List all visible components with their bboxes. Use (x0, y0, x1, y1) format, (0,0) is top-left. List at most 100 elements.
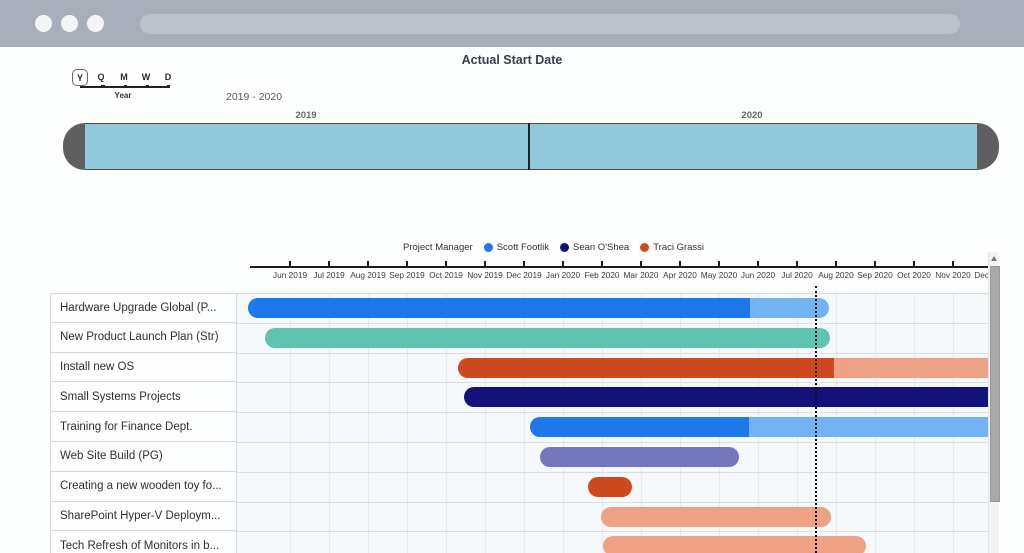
axis-tick-label: Apr 2020 (658, 270, 702, 280)
legend-color-dot (560, 243, 569, 252)
axis-line (250, 266, 988, 268)
timeline-left-handle[interactable] (63, 123, 85, 170)
today-marker-line (815, 286, 817, 553)
axis-tick-label: May 2020 (697, 270, 741, 280)
legend-item[interactable]: Traci Grassi (640, 242, 704, 253)
gantt-bar-complete (464, 387, 988, 407)
legend-item-label: Scott Footlik (497, 242, 549, 253)
gantt-bar[interactable] (540, 447, 739, 467)
period-option-m[interactable]: M (117, 72, 131, 82)
axis-tick-label: Feb 2020 (580, 270, 624, 280)
period-option-y[interactable]: Y (72, 69, 88, 86)
task-row-label[interactable]: Small Systems Projects (50, 382, 237, 412)
axis-tick (640, 261, 642, 266)
axis-tick (406, 261, 408, 266)
axis-tick-label: Oct 2019 (424, 270, 468, 280)
gantt-bar-complete (588, 477, 632, 497)
axis-tick (328, 261, 330, 266)
period-option-q[interactable]: Q (94, 72, 108, 82)
axis-tick (757, 261, 759, 266)
gantt-bar[interactable] (265, 328, 830, 348)
row-separator (237, 472, 988, 473)
legend-item-label: Traci Grassi (653, 242, 704, 253)
gantt-bar[interactable] (588, 477, 632, 497)
axis-tick (952, 261, 954, 266)
axis-tick-label: Jul 2019 (307, 270, 351, 280)
task-row-label[interactable]: Hardware Upgrade Global (P... (50, 293, 237, 323)
axis-tick (679, 261, 681, 266)
axis-tick-label: Dec 2020 (970, 270, 988, 280)
task-row-label[interactable]: New Product Launch Plan (Str) (50, 323, 237, 353)
task-row-label[interactable]: Install new OS (50, 353, 237, 383)
gantt-bar[interactable] (248, 298, 829, 318)
row-separator (237, 531, 988, 532)
window-minimize-icon[interactable] (61, 15, 78, 32)
gantt-bar-complete (540, 447, 739, 467)
address-bar[interactable] (140, 14, 960, 34)
axis-tick-label: Nov 2019 (463, 270, 507, 280)
row-separator (237, 502, 988, 503)
task-row-label[interactable]: SharePoint Hyper-V Deploym... (50, 502, 237, 532)
time-axis: Jun 2019Jul 2019Aug 2019Sep 2019Oct 2019… (245, 257, 988, 285)
timeline-brush-bar[interactable] (85, 123, 977, 170)
row-separator (237, 353, 988, 354)
period-option-w[interactable]: W (139, 72, 153, 82)
timeline-year-divider (528, 123, 530, 170)
axis-tick-label: Jul 2020 (775, 270, 819, 280)
scrollbar-up-arrow-icon[interactable] (991, 256, 997, 261)
period-selected-caption: Year (100, 91, 146, 100)
axis-tick-label: Jan 2020 (541, 270, 585, 280)
axis-tick (445, 261, 447, 266)
timeline-year-label: 2019 (284, 110, 328, 121)
task-row-label[interactable]: Tech Refresh of Monitors in b... (50, 531, 237, 553)
task-row-label[interactable]: Creating a new wooden toy fo... (50, 472, 237, 502)
axis-tick-label: Jun 2019 (268, 270, 312, 280)
axis-tick-label: Aug 2020 (814, 270, 858, 280)
legend-color-dot (640, 243, 649, 252)
row-separator (237, 382, 988, 383)
timeline-right-handle[interactable] (977, 123, 999, 170)
axis-tick (601, 261, 603, 266)
legend-item[interactable]: Sean O'Shea (560, 242, 629, 253)
gantt-bar[interactable] (603, 536, 866, 553)
axis-tick-label: Nov 2020 (931, 270, 975, 280)
legend-item[interactable]: Scott Footlik (484, 242, 549, 253)
gantt-bar[interactable] (458, 358, 988, 378)
axis-tick (718, 261, 720, 266)
gantt-bar[interactable] (464, 387, 988, 407)
row-separator (237, 323, 988, 324)
legend-color-dot (484, 243, 493, 252)
period-option-d[interactable]: D (161, 72, 175, 82)
axis-tick (835, 261, 837, 266)
window-close-icon[interactable] (35, 15, 52, 32)
axis-tick (484, 261, 486, 266)
row-separator (237, 412, 988, 413)
legend-title: Project Manager (403, 242, 473, 253)
axis-tick-label: Jun 2020 (736, 270, 780, 280)
axis-tick (562, 261, 564, 266)
axis-tick (367, 261, 369, 266)
browser-chrome (0, 0, 1024, 47)
axis-tick (874, 261, 876, 266)
window-maximize-icon[interactable] (87, 15, 104, 32)
task-row-label[interactable]: Training for Finance Dept. (50, 412, 237, 442)
timeline-year-label: 2020 (730, 110, 774, 121)
page-title: Actual Start Date (0, 53, 1024, 67)
row-separator (237, 442, 988, 443)
gantt-bar[interactable] (601, 507, 831, 527)
axis-tick (289, 261, 291, 266)
gantt-bar-complete (458, 358, 834, 378)
gantt-bar[interactable] (530, 417, 988, 437)
task-row-label[interactable]: Web Site Build (PG) (50, 442, 237, 472)
vertical-scrollbar[interactable] (988, 252, 999, 553)
axis-tick (523, 261, 525, 266)
gantt-bar-complete (248, 298, 750, 318)
axis-tick-label: Mar 2020 (619, 270, 663, 280)
period-track-dot (167, 85, 171, 89)
legend-item-label: Sean O'Shea (573, 242, 629, 253)
axis-tick (913, 261, 915, 266)
gantt-bar-complete (265, 328, 830, 348)
scrollbar-thumb[interactable] (990, 266, 1000, 502)
axis-tick-label: Sep 2020 (853, 270, 897, 280)
period-track-dot (124, 85, 128, 89)
